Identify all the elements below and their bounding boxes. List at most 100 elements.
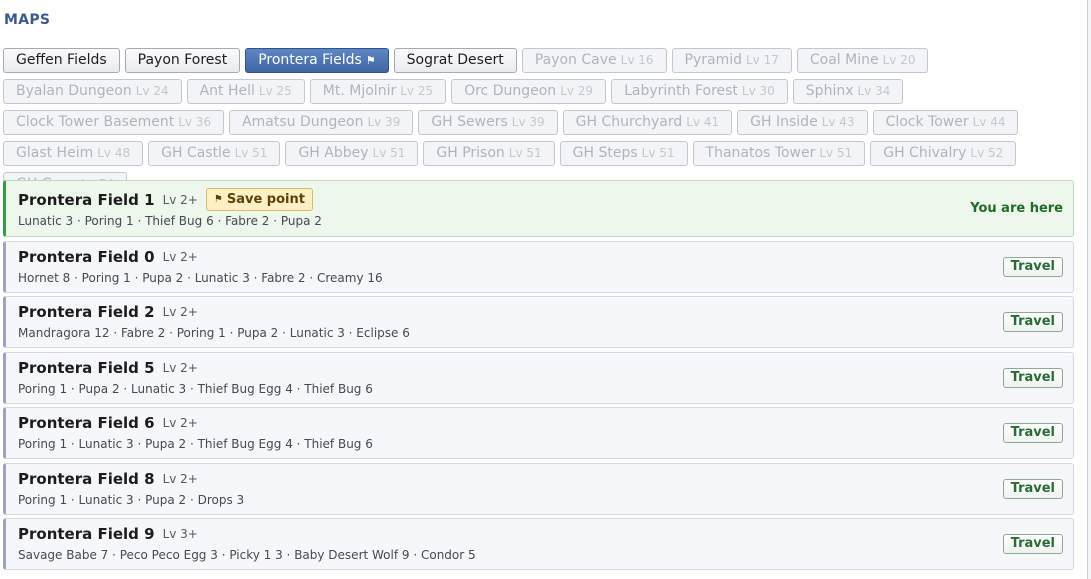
tab-label: Glast Heim bbox=[16, 145, 94, 161]
tab-payon-forest[interactable]: Payon Forest bbox=[124, 48, 241, 73]
tab-level: Lv 39 bbox=[511, 115, 545, 129]
tab-level: Lv 16 bbox=[620, 53, 654, 67]
field-list: Prontera Field 1 Lv 2+ ⚑ Save point Lunatic … bbox=[3, 180, 1074, 574]
travel-button[interactable]: Travel bbox=[1002, 367, 1063, 388]
tab-gh-steps: GH Steps Lv 51 bbox=[559, 141, 688, 166]
monster-list: Hornet 8 · Poring 1 · Pupa 2 · Lunatic 3… bbox=[18, 270, 383, 285]
tab-level: Lv 51 bbox=[372, 146, 406, 160]
tab-level: Lv 36 bbox=[178, 115, 212, 129]
tab-label: Geffen Fields bbox=[16, 52, 107, 68]
flag-icon: ⚑ bbox=[365, 54, 376, 67]
monster-list: Savage Babe 7 · Peco Peco Egg 3 · Picky … bbox=[18, 548, 476, 562]
field-level: Lv 2+ bbox=[162, 471, 198, 486]
tab-label: Mt. Mjolnir bbox=[322, 83, 397, 99]
tab-level: Lv 44 bbox=[972, 115, 1006, 129]
tab-clock-tower: Clock Tower Lv 44 bbox=[872, 110, 1019, 135]
flag-icon: ⚑ bbox=[213, 194, 223, 205]
field-name: Prontera Field 0 bbox=[18, 247, 155, 266]
tab-sphinx: Sphinx Lv 34 bbox=[792, 79, 904, 104]
field-name: Prontera Field 1 bbox=[18, 190, 155, 209]
field-title-row: Prontera Field 5 Lv 2+ bbox=[18, 359, 198, 377]
field-name: Prontera Field 5 bbox=[18, 358, 155, 377]
tab-label: Payon Forest bbox=[137, 52, 228, 68]
tab-ant-hell: Ant Hell Lv 25 bbox=[186, 79, 305, 104]
tab-gh-inside: GH Inside Lv 43 bbox=[737, 110, 868, 135]
field-level: Lv 3+ bbox=[162, 527, 198, 541]
tab-label: Sphinx bbox=[805, 83, 854, 99]
travel-button[interactable]: Travel bbox=[1002, 423, 1063, 443]
tab-label: Payon Cave bbox=[534, 52, 617, 68]
tab-gh-sewers: GH Sewers Lv 39 bbox=[418, 110, 558, 135]
tab-label: Orc Dungeon bbox=[464, 83, 557, 99]
tab-label: GH Prison bbox=[436, 145, 505, 161]
tab-level: Lv 48 bbox=[97, 146, 131, 160]
tab-mt-mjolnir: Mt. Mjolnir Lv 25 bbox=[309, 79, 447, 104]
travel-button[interactable]: Travel bbox=[1002, 312, 1063, 332]
travel-button[interactable]: Travel bbox=[1002, 478, 1063, 499]
tab-label: Prontera Fields bbox=[258, 52, 362, 68]
current-location-label: You are here bbox=[970, 201, 1063, 216]
field-level: Lv 2+ bbox=[162, 305, 198, 319]
field-title-row: Prontera Field 0 Lv 2+ bbox=[18, 248, 198, 266]
tab-glast-heim: Glast Heim Lv 48 bbox=[3, 141, 144, 166]
tab-level: Lv 25 bbox=[400, 84, 434, 98]
travel-button[interactable]: Travel bbox=[1002, 256, 1063, 277]
tab-payon-cave: Payon Cave Lv 16 bbox=[521, 48, 667, 73]
monster-list: Lunatic 3 · Poring 1 · Thief Bug 6 · Fab… bbox=[18, 214, 322, 228]
field-card: Prontera Field 0 Lv 2+ Hornet 8 · Poring 1… bbox=[3, 240, 1074, 293]
tab-byalan-dungeon: Byalan Dungeon Lv 24 bbox=[3, 79, 182, 104]
tab-amatsu-dungeon: Amatsu Dungeon Lv 39 bbox=[229, 110, 414, 135]
tab-geffen-fields[interactable]: Geffen Fields bbox=[3, 48, 120, 73]
tab-label: GH Chivalry bbox=[883, 145, 967, 161]
tab-sograt-desert[interactable]: Sograt Desert bbox=[393, 48, 517, 73]
field-title-row: Prontera Field 2 Lv 2+ bbox=[18, 303, 198, 321]
field-title-row: Prontera Field 1 Lv 2+ ⚑ Save point bbox=[18, 188, 313, 211]
field-card: Prontera Field 1 Lv 2+ ⚑ Save point Lunatic … bbox=[3, 180, 1074, 237]
field-level: Lv 2+ bbox=[162, 360, 198, 375]
map-region-tabs: Geffen Fields Payon Forest Prontera Fields… bbox=[3, 48, 1078, 197]
save-point-badge: ⚑ Save point bbox=[205, 188, 313, 211]
field-card: Prontera Field 9 Lv 3+ Savage Babe 7 · Pec… bbox=[3, 518, 1074, 570]
field-card: Prontera Field 6 Lv 2+ Poring 1 · Lunatic … bbox=[3, 407, 1074, 459]
tab-gh-castle: GH Castle Lv 51 bbox=[148, 141, 281, 166]
tab-coal-mine: Coal Mine Lv 20 bbox=[796, 48, 929, 73]
section-title: MAPS bbox=[4, 12, 51, 28]
field-name: Prontera Field 9 bbox=[18, 525, 155, 543]
tab-label: GH Sewers bbox=[431, 114, 508, 130]
tab-level: Lv 20 bbox=[882, 53, 916, 67]
field-card: Prontera Field 2 Lv 2+ Mandragora 12 · Fab… bbox=[3, 296, 1074, 348]
tab-label: Clock Tower Basement bbox=[16, 114, 175, 130]
tab-prontera-fields[interactable]: Prontera Fields ⚑ bbox=[245, 48, 389, 73]
tab-label: GH Churchyard bbox=[575, 114, 683, 130]
tab-level: Lv 51 bbox=[508, 146, 542, 160]
scrollbar[interactable] bbox=[1087, 0, 1091, 579]
tab-orc-dungeon: Orc Dungeon Lv 29 bbox=[451, 79, 607, 104]
tab-label: GH Castle bbox=[161, 145, 231, 161]
field-title-row: Prontera Field 8 Lv 2+ bbox=[18, 470, 198, 488]
tab-level: Lv 34 bbox=[857, 84, 891, 98]
monster-list: Poring 1 · Lunatic 3 · Pupa 2 · Thief Bu… bbox=[18, 437, 373, 451]
tab-gh-churchyard: GH Churchyard Lv 41 bbox=[562, 110, 733, 135]
tab-label: Ant Hell bbox=[199, 83, 255, 99]
tab-label: Thanatos Tower bbox=[705, 145, 816, 161]
field-level: Lv 2+ bbox=[162, 192, 198, 207]
travel-button[interactable]: Travel bbox=[1002, 534, 1063, 554]
field-level: Lv 2+ bbox=[162, 416, 198, 430]
field-level: Lv 2+ bbox=[162, 249, 198, 264]
save-point-label: Save point bbox=[226, 192, 305, 207]
tab-label: Clock Tower bbox=[885, 114, 969, 130]
tab-level: Lv 51 bbox=[819, 146, 853, 160]
tab-level: Lv 24 bbox=[135, 84, 169, 98]
field-name: Prontera Field 6 bbox=[18, 414, 155, 432]
tab-level: Lv 30 bbox=[741, 84, 775, 98]
monster-list: Mandragora 12 · Fabre 2 · Poring 1 · Pup… bbox=[18, 326, 410, 340]
tab-gh-abbey: GH Abbey Lv 51 bbox=[285, 141, 419, 166]
tab-clock-tower-basement: Clock Tower Basement Lv 36 bbox=[3, 110, 225, 135]
tab-gh-chivalry: GH Chivalry Lv 52 bbox=[870, 141, 1017, 166]
tab-label: GH Abbey bbox=[298, 145, 369, 161]
field-title-row: Prontera Field 6 Lv 2+ bbox=[18, 414, 198, 432]
tab-level: Lv 25 bbox=[258, 84, 292, 98]
tab-label: Pyramid bbox=[684, 52, 742, 68]
tab-labyrinth-forest: Labyrinth Forest Lv 30 bbox=[611, 79, 788, 104]
monster-list: Poring 1 · Lunatic 3 · Pupa 2 · Drops 3 bbox=[18, 492, 245, 507]
